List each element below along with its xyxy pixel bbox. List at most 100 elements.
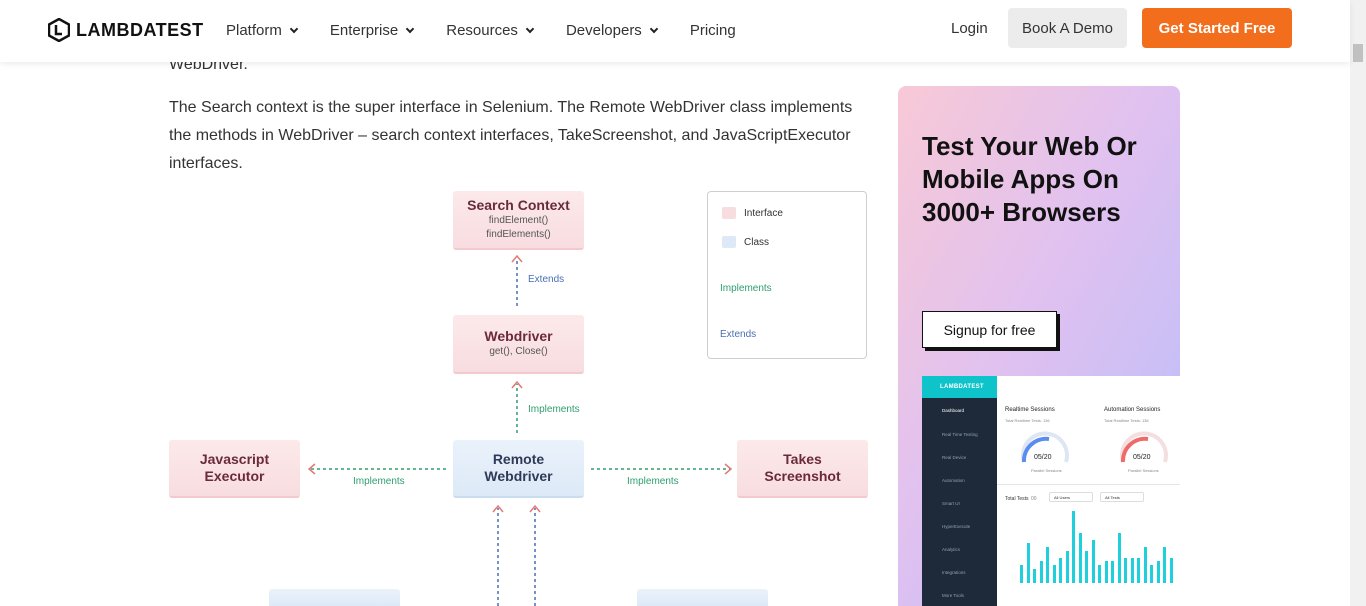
top-navbar: LAMBDATEST Platform Enterprise Resources… xyxy=(0,0,1350,62)
dashboard-preview: LAMBDATEST Dashboard Real Time Testing R… xyxy=(922,376,1180,606)
webdriver-methods: get(), Close() xyxy=(489,346,548,357)
users-filter-label: All Users xyxy=(1054,495,1071,500)
implements-label: Implements xyxy=(627,476,679,487)
tests-bar xyxy=(1098,565,1101,583)
tests-bar xyxy=(1150,565,1153,583)
dashboard-menu-item: Real Device xyxy=(942,455,967,460)
remote-title-line2: Webdriver xyxy=(484,468,553,484)
diagram-legend: Interface Class Implements Extends xyxy=(707,191,867,359)
tests-bar xyxy=(1072,511,1075,583)
legend-implements-label: Implements xyxy=(720,283,772,294)
takes-title-line1: Takes xyxy=(783,451,822,467)
menu-developers[interactable]: Developers xyxy=(565,22,659,39)
javascript-title-line1: Javascript xyxy=(199,451,270,467)
search-context-method: findElements() xyxy=(486,229,551,240)
tests-bar xyxy=(1059,557,1062,583)
automation-gauge-caption: Parallel Sessions xyxy=(1128,468,1159,473)
javascript-title-line2: Executor xyxy=(204,468,265,484)
logo-text: LAMBDATEST xyxy=(76,19,204,40)
tests-bar xyxy=(1124,557,1127,583)
tests-bar xyxy=(1052,565,1056,583)
realtime-gauge-caption: Parallel Sessions xyxy=(1031,468,1062,473)
login-link[interactable]: Login xyxy=(951,20,988,37)
chevron-down-icon xyxy=(289,24,299,34)
remote-webdriver-box: Remote Webdriver xyxy=(453,440,584,498)
session-gauges xyxy=(1021,431,1168,463)
legend-extends-label: Extends xyxy=(720,329,757,340)
tests-bar xyxy=(1078,532,1082,583)
menu-resources-label: Resources xyxy=(446,22,518,39)
promo-card: Test Your Web Or Mobile Apps On 3000+ Br… xyxy=(898,86,1180,606)
dashboard-main: Realtime Sessions Total Realtime Tests: … xyxy=(997,376,1180,606)
extends-label: Extends xyxy=(528,274,565,285)
dashboard-divider xyxy=(997,484,1180,485)
tests-bar xyxy=(1039,561,1043,583)
automation-gauge-value: 05/20 xyxy=(1133,454,1151,461)
menu-platform-label: Platform xyxy=(226,22,282,39)
menu-pricing-label: Pricing xyxy=(689,22,736,39)
tests-filter-label: All Tests xyxy=(1105,495,1120,500)
get-started-button[interactable]: Get Started Free xyxy=(1142,8,1292,48)
tests-bar xyxy=(1085,550,1088,583)
book-demo-button[interactable]: Book A Demo xyxy=(1008,8,1127,48)
realtime-gauge-value: 05/20 xyxy=(1034,454,1052,461)
remote-title-line1: Remote xyxy=(492,451,545,467)
legend-class-label: Class xyxy=(744,237,770,248)
chevron-down-icon xyxy=(525,24,535,34)
tests-bar xyxy=(1169,557,1173,583)
bottom-class-box xyxy=(269,589,400,606)
menu-pricing[interactable]: Pricing xyxy=(690,22,736,39)
dashboard-menu-item: HyperExecute xyxy=(942,524,971,529)
tests-bar xyxy=(1143,547,1147,583)
search-context-box: Search Context findElement() findElement… xyxy=(453,191,584,250)
tests-bar xyxy=(1091,539,1095,583)
bottom-class-box xyxy=(637,589,768,606)
dashboard-sidebar: LAMBDATEST Dashboard Real Time Testing R… xyxy=(922,376,997,606)
tests-bar xyxy=(1163,547,1166,583)
dashboard-menu-item: More Tools xyxy=(942,593,964,598)
promo-title: Test Your Web Or Mobile Apps On 3000+ Br… xyxy=(922,131,1137,227)
main-menu: Platform Enterprise Resources Developers… xyxy=(226,22,769,39)
legend-class-swatch xyxy=(722,236,736,248)
total-tests-label: Total Tests xyxy=(1005,496,1029,502)
takes-title-line2: Screenshot xyxy=(764,468,841,484)
menu-resources[interactable]: Resources xyxy=(446,22,535,39)
signup-button[interactable]: Signup for free xyxy=(922,311,1057,348)
legend-interface-swatch xyxy=(722,207,736,219)
lambdatest-logo[interactable]: LAMBDATEST xyxy=(48,18,204,42)
lambdatest-logo-icon xyxy=(48,18,70,42)
search-context-title: Search Context xyxy=(467,197,570,213)
tests-bar xyxy=(1104,561,1108,583)
tests-bar xyxy=(1033,568,1036,583)
dashboard-menu-item: Automation xyxy=(942,478,965,483)
dashboard-brand: LAMBDATEST xyxy=(922,376,997,398)
menu-developers-label: Developers xyxy=(565,22,642,39)
tests-filter[interactable]: All Tests xyxy=(1100,492,1144,502)
tests-bar xyxy=(1111,561,1114,583)
tests-bar xyxy=(1130,557,1134,583)
total-tests-count: 00 xyxy=(1031,496,1037,502)
implements-label: Implements xyxy=(353,476,405,487)
users-filter[interactable]: All Users xyxy=(1049,492,1093,502)
menu-enterprise[interactable]: Enterprise xyxy=(329,22,415,39)
tests-bar xyxy=(1046,547,1049,583)
webdriver-box: Webdriver get(), Close() xyxy=(453,315,584,374)
menu-platform[interactable]: Platform xyxy=(226,22,299,39)
chevron-down-icon xyxy=(405,24,415,34)
tests-bar xyxy=(1117,532,1121,583)
dashboard-menu-item: Analytics xyxy=(942,547,961,552)
javascript-executor-box: Javascript Executor xyxy=(169,440,300,498)
menu-enterprise-label: Enterprise xyxy=(329,22,399,39)
tests-bar xyxy=(1137,557,1140,583)
takes-screenshot-box: Takes Screenshot xyxy=(737,440,868,498)
search-context-method: findElement() xyxy=(488,215,549,226)
webdriver-title: Webdriver xyxy=(484,328,553,344)
dashboard-menu-item: Dashboard xyxy=(942,408,965,413)
chevron-down-icon xyxy=(649,24,659,34)
tests-bar xyxy=(1065,550,1069,583)
implements-label: Implements xyxy=(528,404,580,415)
tests-bar xyxy=(1156,561,1160,583)
dashboard-menu-item: Integrations xyxy=(942,570,966,575)
legend-interface-label: Interface xyxy=(744,208,783,219)
dashboard-menu-item: Smart UI xyxy=(942,501,960,506)
